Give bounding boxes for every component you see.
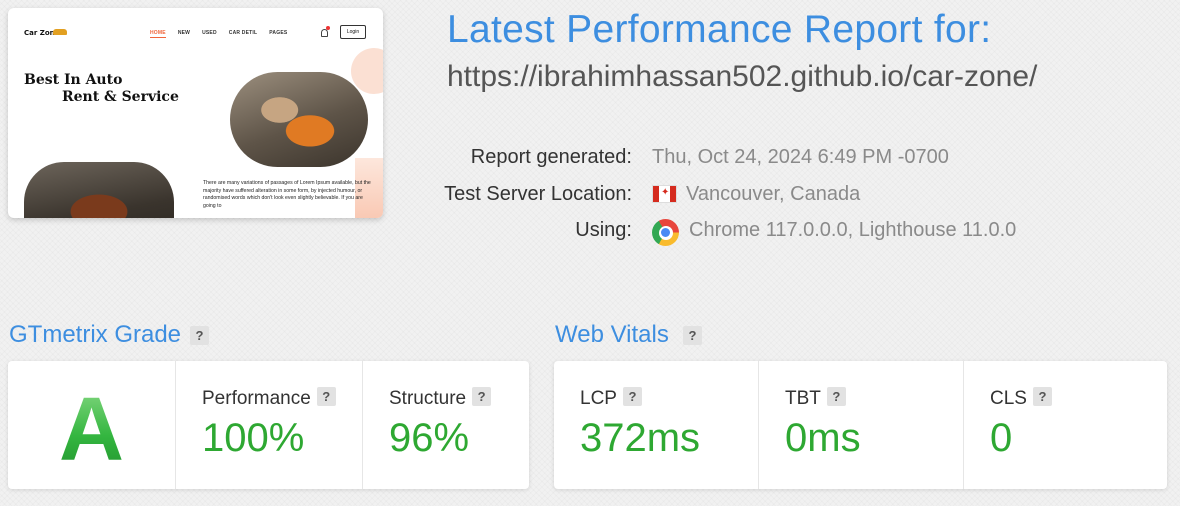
using-value: Chrome 117.0.0.0, Lighthouse 11.0.0 bbox=[689, 219, 1017, 241]
report-generated-value: Thu, Oct 24, 2024 6:49 PM -0700 bbox=[652, 146, 949, 168]
structure-cell: Structure? 96% bbox=[362, 361, 529, 489]
thumbnail-menu: HOME NEW USED CAR DETIL PAGES bbox=[150, 30, 287, 38]
server-location-value: Vancouver, Canada bbox=[686, 183, 861, 205]
thumbnail-car-image-2 bbox=[24, 162, 174, 218]
lcp-label-text: LCP bbox=[580, 388, 617, 409]
web-vitals-help-icon[interactable]: ? bbox=[683, 326, 702, 345]
cls-help-icon[interactable]: ? bbox=[1032, 387, 1052, 407]
tbt-value: 0ms bbox=[785, 416, 861, 460]
structure-score: 96% bbox=[389, 416, 470, 460]
grade-cell: A bbox=[8, 361, 175, 489]
tbt-label-text: TBT bbox=[785, 388, 821, 409]
thumbnail-menu-used: USED bbox=[202, 30, 217, 36]
cls-value: 0 bbox=[990, 416, 1013, 460]
canada-flag-icon bbox=[652, 185, 677, 203]
performance-label-text: Performance bbox=[202, 388, 311, 409]
cls-cell: CLS? 0 bbox=[963, 361, 1167, 489]
bell-icon bbox=[321, 29, 328, 37]
performance-score: 100% bbox=[202, 416, 305, 460]
thumbnail-menu-car-detil: CAR DETIL bbox=[228, 30, 258, 36]
thumbnail-menu-home: HOME bbox=[150, 30, 166, 36]
thumbnail-hero-line2: Rent & Service bbox=[62, 89, 179, 105]
using-label: Using: bbox=[575, 219, 632, 241]
thumbnail-hero-line1: Best In Auto bbox=[24, 72, 123, 88]
report-generated-label: Report generated: bbox=[470, 146, 632, 168]
tbt-cell: TBT? 0ms bbox=[758, 361, 963, 489]
thumbnail-menu-pages: PAGES bbox=[269, 30, 288, 36]
car-icon bbox=[53, 29, 67, 35]
tbt-help-icon[interactable]: ? bbox=[826, 387, 846, 407]
thumbnail-menu-new: NEW bbox=[177, 30, 191, 36]
performance-label: Performance? bbox=[202, 387, 336, 410]
structure-help-icon[interactable]: ? bbox=[472, 387, 492, 407]
lcp-value: 372ms bbox=[580, 416, 701, 460]
gtmetrix-grade-heading: GTmetrix Grade bbox=[9, 321, 182, 348]
web-vitals-heading: Web Vitals bbox=[555, 321, 669, 348]
gtmetrix-grade-help-icon[interactable]: ? bbox=[190, 326, 209, 345]
report-url[interactable]: https://ibrahimhassan502.github.io/car-z… bbox=[447, 60, 1037, 94]
thumbnail-car-image bbox=[230, 72, 368, 167]
cls-label-text: CLS bbox=[990, 388, 1027, 409]
structure-label-text: Structure bbox=[389, 388, 467, 409]
performance-help-icon[interactable]: ? bbox=[316, 387, 336, 407]
grade-letter: A bbox=[8, 379, 175, 482]
structure-label: Structure? bbox=[389, 387, 492, 410]
chrome-icon bbox=[652, 219, 679, 246]
thumbnail-navbar: Car Zone HOME NEW USED CAR DETIL PAGES L… bbox=[8, 8, 383, 52]
page-screenshot-thumbnail[interactable]: Car Zone HOME NEW USED CAR DETIL PAGES L… bbox=[8, 8, 383, 218]
performance-cell: Performance? 100% bbox=[175, 361, 362, 489]
thumbnail-body-text: There are many variations of passages of… bbox=[203, 180, 371, 209]
server-location-label: Test Server Location: bbox=[444, 183, 632, 205]
lcp-cell: LCP? 372ms bbox=[554, 361, 758, 489]
gtmetrix-grade-card: A Performance? 100% Structure? 96% bbox=[8, 361, 529, 489]
lcp-help-icon[interactable]: ? bbox=[622, 387, 642, 407]
thumbnail-login-button: Login bbox=[340, 25, 366, 39]
report-title: Latest Performance Report for: bbox=[447, 8, 992, 51]
web-vitals-card: LCP? 372ms TBT? 0ms CLS? 0 bbox=[554, 361, 1167, 489]
cls-label: CLS? bbox=[990, 387, 1052, 410]
tbt-label: TBT? bbox=[785, 387, 846, 410]
lcp-label: LCP? bbox=[580, 387, 642, 410]
notification-dot bbox=[326, 26, 330, 30]
